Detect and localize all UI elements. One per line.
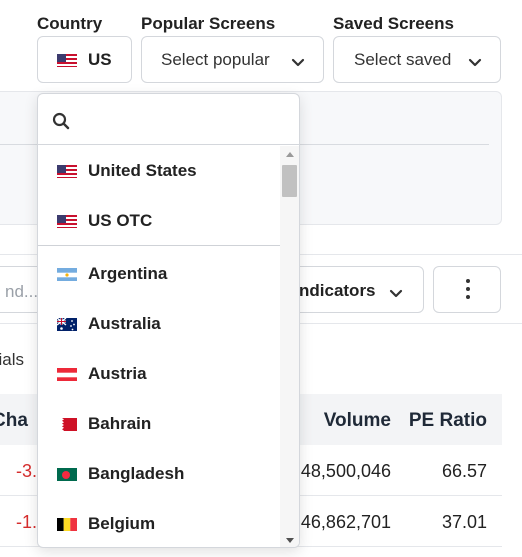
country-select-button[interactable]: US	[37, 36, 132, 83]
belgium-flag-icon	[57, 517, 77, 531]
option-label: Belgium	[88, 514, 156, 533]
cell-pe-ratio: 66.57	[441, 461, 487, 481]
popular-screens-label: Popular Screens	[141, 14, 276, 33]
saved-screens-label: Saved Screens	[333, 14, 454, 33]
country-option-austria[interactable]: Austria	[38, 349, 281, 399]
country-value: US	[88, 49, 112, 69]
cell-volume: 48,500,046	[300, 461, 391, 481]
country-option-bangladesh[interactable]: Bangladesh	[38, 449, 281, 499]
popular-screens-select[interactable]: Select popular	[141, 36, 324, 83]
column-header-change[interactable]: Cha	[0, 410, 28, 432]
argentina-flag-icon	[57, 267, 77, 281]
cell-pe-ratio: 37.01	[441, 512, 487, 532]
country-dropdown: United States US OTC Argentina Australia	[37, 93, 300, 548]
option-label: Bangladesh	[88, 464, 185, 483]
chevron-down-icon	[468, 53, 482, 73]
popular-screens-placeholder: Select popular	[161, 49, 270, 69]
vertical-dots-icon	[466, 279, 470, 303]
country-option-argentina[interactable]: Argentina	[38, 249, 281, 299]
bahrain-flag-icon	[57, 417, 77, 431]
country-option-bahrain[interactable]: Bahrain	[38, 399, 281, 449]
tab-financials[interactable]: cials	[0, 350, 24, 370]
divider	[38, 245, 281, 246]
country-option-australia[interactable]: Australia	[38, 299, 281, 349]
search-icon	[52, 112, 70, 135]
option-label: United States	[88, 161, 197, 180]
country-option-united-states[interactable]: United States	[38, 146, 281, 196]
cell-change: -1.	[16, 512, 38, 532]
chevron-down-icon	[389, 284, 403, 304]
us-flag-icon	[57, 164, 77, 178]
country-option-belgium[interactable]: Belgium	[38, 499, 281, 547]
austria-flag-icon	[57, 367, 77, 381]
more-options-button[interactable]	[433, 266, 501, 313]
country-search-input[interactable]	[38, 94, 299, 145]
option-label: Australia	[88, 314, 161, 333]
option-label: Argentina	[88, 264, 168, 283]
column-header-pe-ratio[interactable]: PE Ratio	[409, 410, 487, 432]
scroll-down-arrow-icon[interactable]	[286, 538, 294, 543]
australia-flag-icon	[57, 317, 77, 331]
scrollbar-thumb[interactable]	[282, 165, 297, 197]
option-label: Bahrain	[88, 414, 152, 433]
option-label: Austria	[88, 364, 147, 383]
us-flag-icon	[57, 53, 77, 67]
country-label: Country	[37, 14, 103, 33]
bangladesh-flag-icon	[57, 467, 77, 481]
saved-screens-placeholder: Select saved	[354, 49, 452, 69]
us-flag-icon	[57, 214, 77, 228]
indicators-label: ndicators	[299, 281, 376, 300]
column-header-volume[interactable]: Volume	[324, 410, 391, 432]
scroll-up-arrow-icon[interactable]	[286, 152, 294, 157]
dropdown-scrollbar[interactable]	[280, 146, 299, 547]
country-option-us-otc[interactable]: US OTC	[38, 196, 281, 246]
cell-volume: 46,862,701	[300, 512, 391, 532]
saved-screens-select[interactable]: Select saved	[333, 36, 501, 83]
cell-change: -3.	[16, 461, 38, 481]
chevron-down-icon	[291, 53, 305, 73]
option-label: US OTC	[88, 211, 153, 230]
